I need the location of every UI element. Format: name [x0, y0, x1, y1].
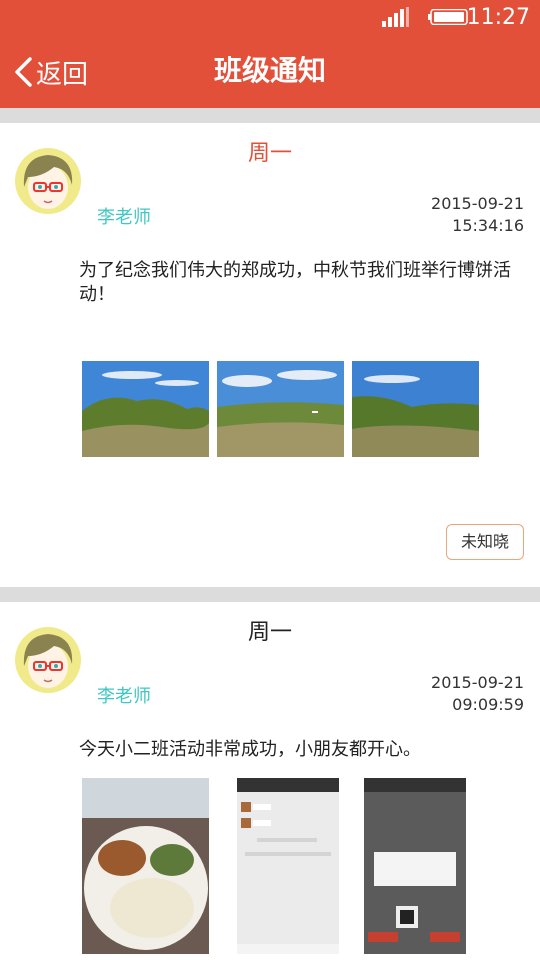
back-label: 返回: [36, 59, 89, 90]
photo-thumbnail[interactable]: [217, 778, 344, 954]
notice-card[interactable]: 周一 李老师 2015-09-21 15:34:16 为了纪念我们伟大的郑成功，…: [0, 123, 540, 587]
notice-datetime: 2015-09-21 15:34:16: [431, 193, 524, 237]
nav-bar: 返回 班级通知: [0, 36, 540, 108]
photo-grid: [82, 361, 479, 457]
clock-time: 11:27: [466, 5, 530, 30]
back-button[interactable]: 返回: [12, 52, 88, 92]
photo-thumbnail[interactable]: [82, 361, 209, 457]
teacher-avatar: [15, 148, 81, 214]
photo-grid: [82, 778, 479, 954]
signal-icon: [382, 7, 409, 27]
unread-status-button[interactable]: 未知晓: [446, 524, 524, 560]
notice-card[interactable]: 周一 李老师 2015-09-21 09:09:59 今天小二班活动非常成功，小…: [0, 602, 540, 960]
notice-date: 2015-09-21: [431, 673, 524, 692]
chevron-left-icon: [15, 57, 32, 87]
photo-thumbnail[interactable]: [82, 778, 209, 954]
teacher-name: 李老师: [97, 686, 151, 707]
notice-datetime: 2015-09-21 09:09:59: [431, 672, 524, 716]
photo-thumbnail[interactable]: [352, 361, 479, 457]
notice-content: 为了纪念我们伟大的郑成功，中秋节我们班举行博饼活动！: [79, 260, 511, 305]
photo-thumbnail[interactable]: [352, 778, 479, 954]
battery-icon: [428, 9, 468, 25]
teacher-avatar: [15, 627, 81, 693]
notice-content: 今天小二班活动非常成功，小朋友都开心。: [79, 739, 421, 760]
teacher-name: 李老师: [97, 207, 151, 228]
notice-time: 09:09:59: [452, 695, 524, 714]
photo-thumbnail[interactable]: [217, 361, 344, 457]
status-bar: 11:27: [0, 0, 540, 36]
notice-date: 2015-09-21: [431, 194, 524, 213]
notice-time: 15:34:16: [452, 216, 524, 235]
